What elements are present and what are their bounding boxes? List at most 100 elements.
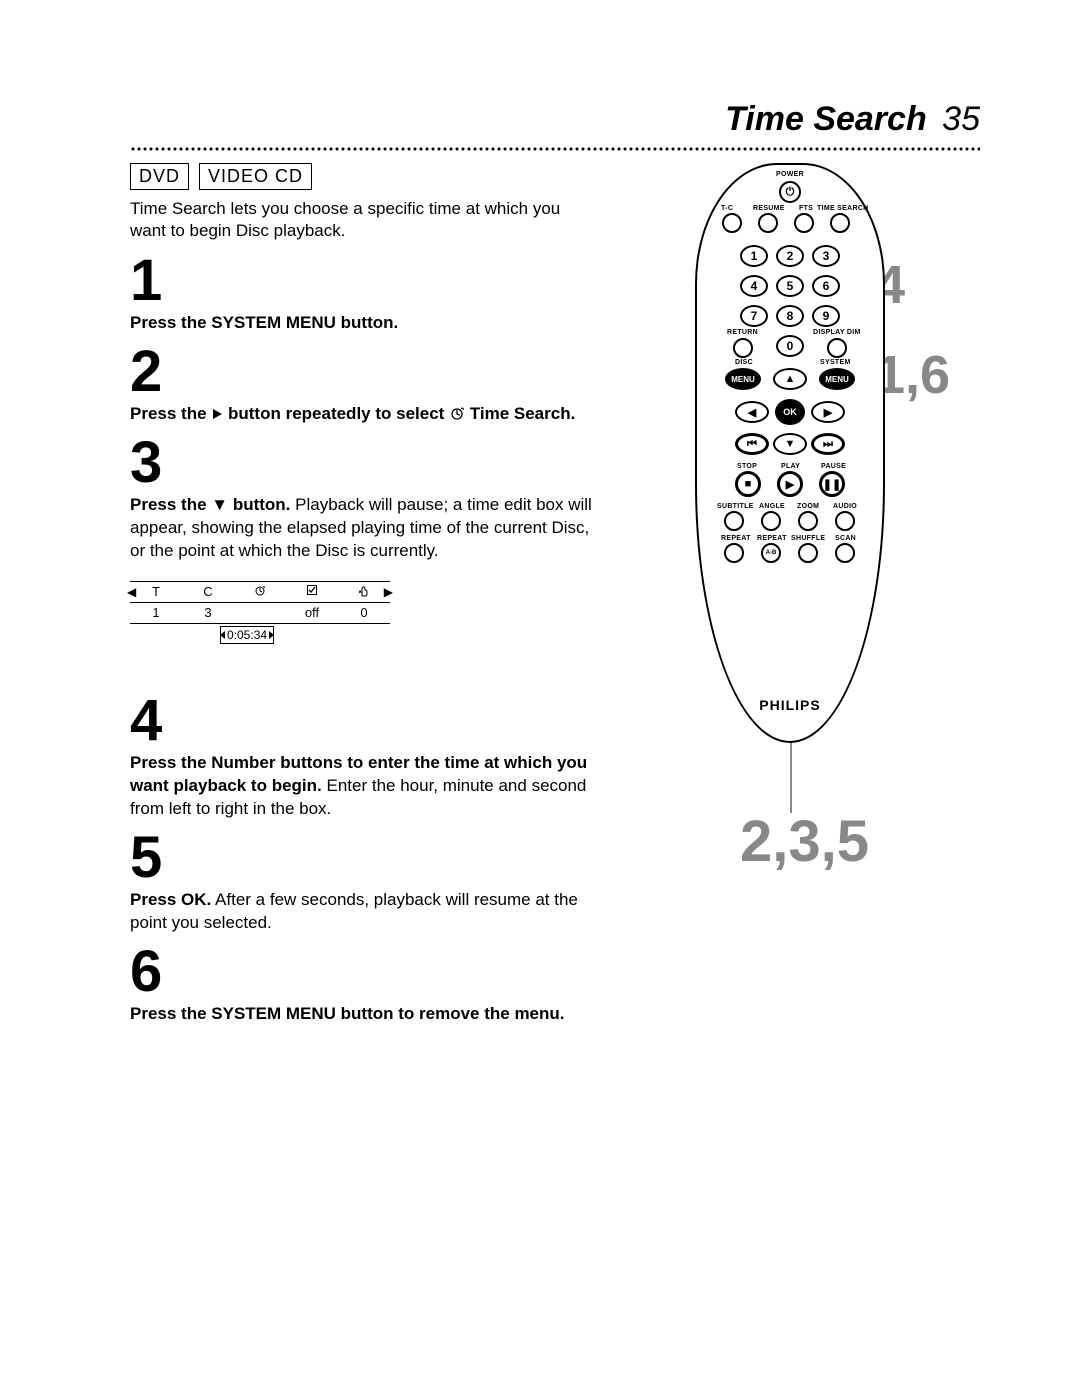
subtitle-button[interactable] xyxy=(724,511,744,531)
system-menu-button[interactable]: MENU xyxy=(819,368,855,390)
pause-button[interactable]: ❚❚ xyxy=(819,471,845,497)
step-number-6: 6 xyxy=(130,943,600,1001)
step-5-bold: Press OK. xyxy=(130,890,211,909)
resume-button[interactable] xyxy=(758,213,778,233)
spacer xyxy=(130,624,600,684)
scan-button[interactable] xyxy=(835,543,855,563)
label-play: PLAY xyxy=(781,463,800,470)
left-button[interactable]: ◀ xyxy=(735,401,769,423)
page-title: Time Search xyxy=(725,100,927,138)
pause-icon: ❚❚ xyxy=(822,474,842,494)
zoom-button[interactable] xyxy=(798,511,818,531)
tag-dvd: DVD xyxy=(130,163,189,190)
remote-control: POWER ⏻ T-C RESUME FTS TIME SEARCH 1 2 xyxy=(695,163,885,743)
next-button[interactable]: ⏭ xyxy=(811,433,845,455)
num-5[interactable]: 5 xyxy=(776,275,804,297)
instructions-column: DVD VIDEO CD Time Search lets you choose… xyxy=(130,163,600,1032)
repeat-button[interactable] xyxy=(724,543,744,563)
osd-val-1: 3 xyxy=(182,605,234,620)
label-audio: AUDIO xyxy=(833,503,857,510)
label-subtitle: SUBTITLE xyxy=(717,503,754,510)
step-3-text: Press the ▼ button. Playback will pause;… xyxy=(130,494,600,563)
num-1[interactable]: 1 xyxy=(740,245,768,267)
dotted-rule xyxy=(130,145,980,153)
label-repeat: REPEAT xyxy=(721,535,751,542)
fts-button[interactable] xyxy=(794,213,814,233)
callout-235: 2,3,5 xyxy=(740,813,869,871)
label-stop: STOP xyxy=(737,463,757,470)
osd-right-arrow-icon: ▶ xyxy=(384,585,393,599)
display-dim-button[interactable] xyxy=(827,338,847,358)
tag-video-cd: VIDEO CD xyxy=(199,163,312,190)
manual-page: Time Search 35 DVD VIDEO CD Time Search … xyxy=(0,0,1080,1397)
step-1-bold: Press the SYSTEM MENU button. xyxy=(130,313,398,332)
osd-hdr-check-icon xyxy=(286,584,338,599)
osd-header-row: T C xyxy=(130,582,390,602)
num-7[interactable]: 7 xyxy=(740,305,768,327)
prev-button[interactable]: ⏮ xyxy=(735,433,769,455)
label-scan: SCAN xyxy=(835,535,856,542)
step-3-bold: Press the ▼ button. xyxy=(130,495,290,514)
num-0[interactable]: 0 xyxy=(776,335,804,357)
ok-button[interactable]: OK xyxy=(775,399,805,425)
step-number-3: 3 xyxy=(130,434,600,492)
remote-wrap: 4 1,6 2,3,5 POWER ⏻ T-C RESUME FTS xyxy=(640,163,900,743)
up-arrow-icon: ▲ xyxy=(775,370,805,388)
step-number-2: 2 xyxy=(130,343,600,401)
right-button[interactable]: ▶ xyxy=(811,401,845,423)
label-zoom: ZOOM xyxy=(797,503,819,510)
label-resume: RESUME xyxy=(753,205,785,212)
power-button[interactable]: ⏻ xyxy=(779,181,801,203)
label-return: RETURN xyxy=(727,329,758,336)
step-5-text: Press OK. After a few seconds, playback … xyxy=(130,889,600,935)
num-2[interactable]: 2 xyxy=(776,245,804,267)
num-3[interactable]: 3 xyxy=(812,245,840,267)
osd-time-box: 0:05:34 xyxy=(220,626,274,644)
shuffle-button[interactable] xyxy=(798,543,818,563)
label-pause: PAUSE xyxy=(821,463,846,470)
next-icon: ⏭ xyxy=(814,436,842,452)
step-6-text: Press the SYSTEM MENU button to remove t… xyxy=(130,1003,600,1026)
osd-val-0: 1 xyxy=(130,605,182,620)
label-shuffle: SHUFFLE xyxy=(791,535,825,542)
play-button[interactable]: ▶ xyxy=(777,471,803,497)
osd-val-4: 0 xyxy=(338,605,390,620)
disc-menu-button[interactable]: MENU xyxy=(725,368,761,390)
step-2-mid: button repeatedly to select xyxy=(228,404,449,423)
up-button[interactable]: ▲ xyxy=(773,368,807,390)
intro-text: Time Search lets you choose a specific t… xyxy=(130,198,600,242)
page-title-row: Time Search 35 xyxy=(130,100,980,139)
osd-hdr-clock-icon xyxy=(234,584,286,599)
repeat-ab-button[interactable]: A-B xyxy=(761,543,781,563)
step-1-text: Press the SYSTEM MENU button. xyxy=(130,312,600,335)
return-button[interactable] xyxy=(733,338,753,358)
audio-button[interactable] xyxy=(835,511,855,531)
step-number-1: 1 xyxy=(130,252,600,310)
label-system: SYSTEM xyxy=(820,359,851,366)
step-6-bold: Press the SYSTEM MENU button to remove t… xyxy=(130,1004,565,1023)
power-icon: ⏻ xyxy=(781,183,799,201)
label-timesearch: TIME SEARCH xyxy=(817,205,869,212)
label-tc: T-C xyxy=(721,205,733,212)
angle-button[interactable] xyxy=(761,511,781,531)
label-display-dim: DISPLAY DIM xyxy=(813,329,861,336)
content-row: DVD VIDEO CD Time Search lets you choose… xyxy=(130,163,980,1032)
num-9[interactable]: 9 xyxy=(812,305,840,327)
prev-icon: ⏮ xyxy=(738,436,766,452)
brand-label: PHILIPS xyxy=(695,697,885,713)
time-search-button[interactable] xyxy=(830,213,850,233)
osd-hdr-hand-icon xyxy=(338,583,390,600)
step-2-text: Press the button repeatedly to select Ti… xyxy=(130,403,600,426)
num-4[interactable]: 4 xyxy=(740,275,768,297)
tc-button[interactable] xyxy=(722,213,742,233)
stop-button[interactable]: ■ xyxy=(735,471,761,497)
label-repeat-ab: REPEAT xyxy=(757,535,787,542)
osd-val-3: off xyxy=(286,605,338,620)
step-number-4: 4 xyxy=(130,692,600,750)
num-6[interactable]: 6 xyxy=(812,275,840,297)
remote-column: 4 1,6 2,3,5 POWER ⏻ T-C RESUME FTS xyxy=(630,163,980,1032)
osd-value-row: 1 3 off 0 xyxy=(130,602,390,623)
num-8[interactable]: 8 xyxy=(776,305,804,327)
page-number: 35 xyxy=(942,100,980,138)
down-button[interactable]: ▼ xyxy=(773,433,807,455)
